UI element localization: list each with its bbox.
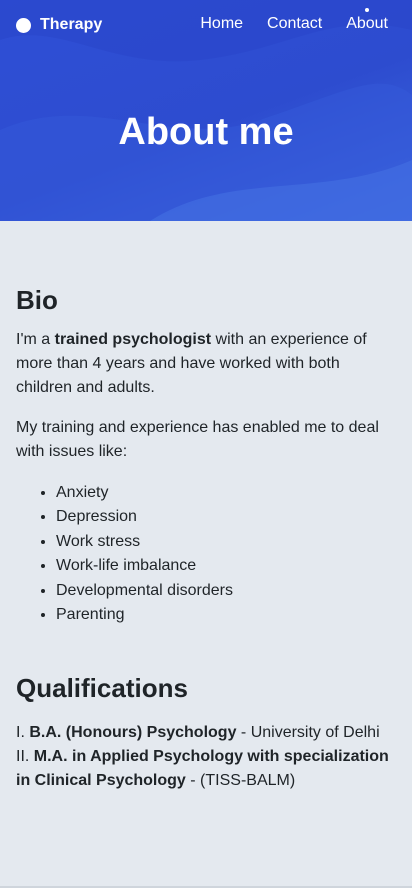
qualification-degree: B.A. (Honours) Psychology [29,724,237,742]
qualification-institution: - (TISS-BALM) [185,772,296,790]
main-content: Bio I'm a trained psychologist with an e… [0,221,412,793]
hero-banner: Therapy Home Contact About About me [0,0,412,221]
qualification-institution: - University of Delhi [236,724,380,742]
issues-list: Anxiety Depression Work stress Work-life… [16,481,396,627]
brand-logo[interactable]: Therapy [16,16,102,34]
nav-link-about-label: About [346,15,388,32]
page-title: About me [118,111,294,153]
list-item: Developmental disorders [56,579,396,603]
top-nav: Therapy Home Contact About [0,0,412,50]
qualification-item: II. M.A. in Applied Psychology with spec… [16,745,396,793]
nav-link-home[interactable]: Home [200,15,243,33]
bio-paragraph-2: My training and experience has enabled m… [16,419,379,460]
nav-link-about[interactable]: About [346,8,388,33]
active-indicator-dot [365,8,370,12]
qualifications-heading: Qualifications [16,673,188,704]
list-item: Work-life imbalance [56,554,396,578]
list-item: Work stress [56,530,396,554]
qualification-numeral: I. [16,724,30,742]
bio-paragraph-1: I'm a trained psychologist with an exper… [16,328,396,400]
list-item: Anxiety [56,481,396,505]
bio-emphasis: trained psychologist [54,331,212,348]
list-item: Depression [56,505,396,529]
qualifications-list: I. B.A. (Honours) Psychology - Universit… [16,721,396,793]
brand-name: Therapy [40,16,103,33]
brand-circle-icon [16,17,31,33]
qualification-numeral: II. [16,748,34,766]
bio-text: I'm a [16,331,55,348]
qualification-item: I. B.A. (Honours) Psychology - Universit… [16,721,396,745]
nav-link-contact[interactable]: Contact [267,15,322,33]
nav-links: Home Contact About [176,8,388,33]
list-item: Parenting [56,603,396,627]
bio-heading: Bio [16,285,58,315]
